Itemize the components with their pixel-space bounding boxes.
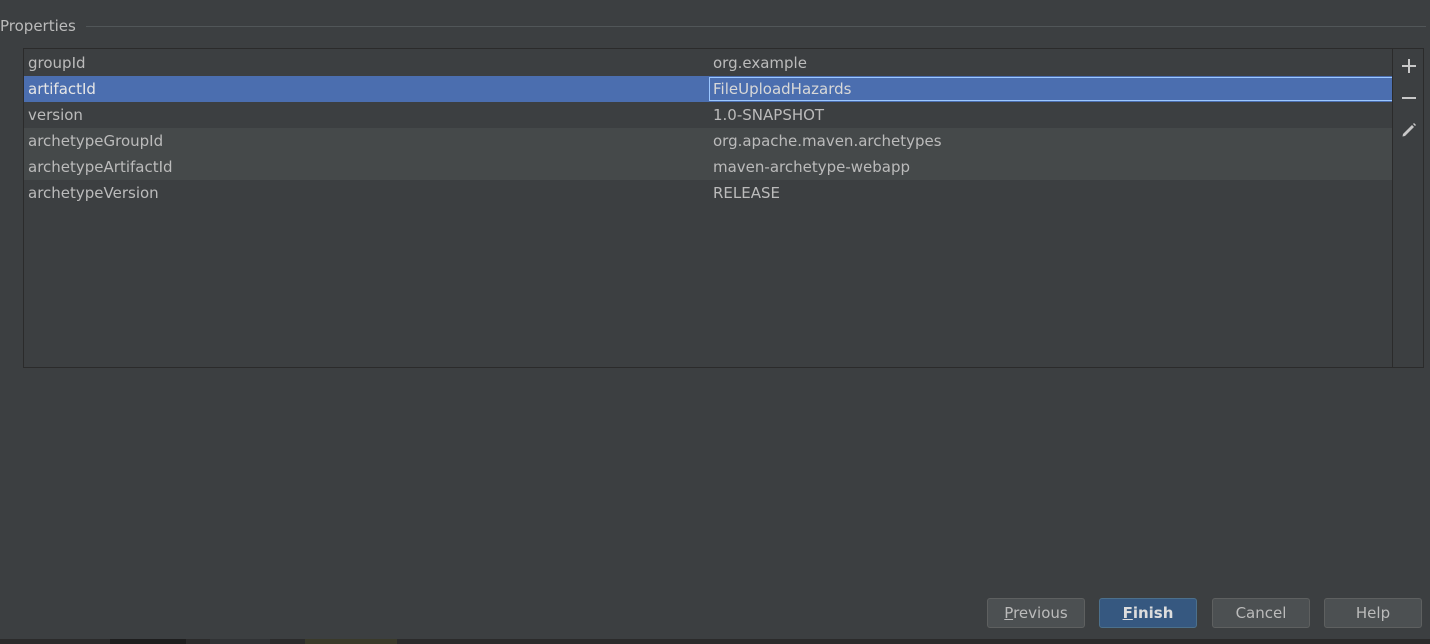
bottom-window-edge — [0, 639, 1430, 644]
property-key: archetypeArtifactId — [28, 158, 173, 176]
remove-property-button[interactable] — [1399, 88, 1419, 108]
property-key: version — [28, 106, 83, 124]
property-value[interactable]: RELEASE — [713, 180, 1393, 206]
edit-property-button[interactable] — [1399, 120, 1419, 140]
finish-button[interactable]: Finish — [1099, 598, 1197, 628]
finish-button-mnemonic: F — [1122, 604, 1133, 622]
property-value[interactable]: org.apache.maven.archetypes — [713, 128, 1393, 154]
property-value[interactable]: org.example — [713, 50, 1393, 76]
table-row-selected[interactable]: artifactId FileUploadHazards — [24, 76, 1394, 102]
property-key: archetypeGroupId — [28, 132, 164, 150]
help-button[interactable]: Help — [1324, 598, 1422, 628]
table-row[interactable]: archetypeArtifactId maven-archetype-weba… — [24, 154, 1393, 180]
dialog-buttons: Previous Finish Cancel Help — [0, 598, 1430, 628]
table-row[interactable]: groupId org.example — [24, 50, 1393, 76]
property-key: groupId — [28, 54, 86, 72]
property-value-editor[interactable]: FileUploadHazards — [709, 77, 1394, 101]
finish-button-label: inish — [1132, 604, 1174, 622]
pencil-icon — [1401, 122, 1417, 138]
properties-table-panel: groupId org.example artifactId FileUploa… — [23, 48, 1424, 368]
section-title: Properties — [0, 17, 76, 35]
table-toolbar — [1392, 49, 1423, 367]
minus-icon — [1402, 91, 1416, 105]
property-key: archetypeVersion — [28, 184, 159, 202]
table-row[interactable]: archetypeGroupId org.apache.maven.archet… — [24, 128, 1393, 154]
plus-icon — [1402, 59, 1416, 73]
property-value[interactable]: maven-archetype-webapp — [713, 154, 1393, 180]
section-divider — [85, 25, 1426, 27]
property-value[interactable]: 1.0-SNAPSHOT — [713, 102, 1393, 128]
cancel-button[interactable]: Cancel — [1212, 598, 1310, 628]
previous-button-label: revious — [1013, 604, 1068, 622]
previous-button[interactable]: Previous — [987, 598, 1085, 628]
add-property-button[interactable] — [1399, 56, 1419, 76]
table-row[interactable]: archetypeVersion RELEASE — [24, 180, 1393, 206]
previous-button-mnemonic: P — [1004, 604, 1014, 622]
properties-table[interactable]: groupId org.example artifactId FileUploa… — [24, 49, 1394, 367]
table-row[interactable]: version 1.0-SNAPSHOT — [24, 102, 1393, 128]
properties-section-header: Properties — [0, 16, 1430, 36]
property-key: artifactId — [28, 80, 96, 98]
